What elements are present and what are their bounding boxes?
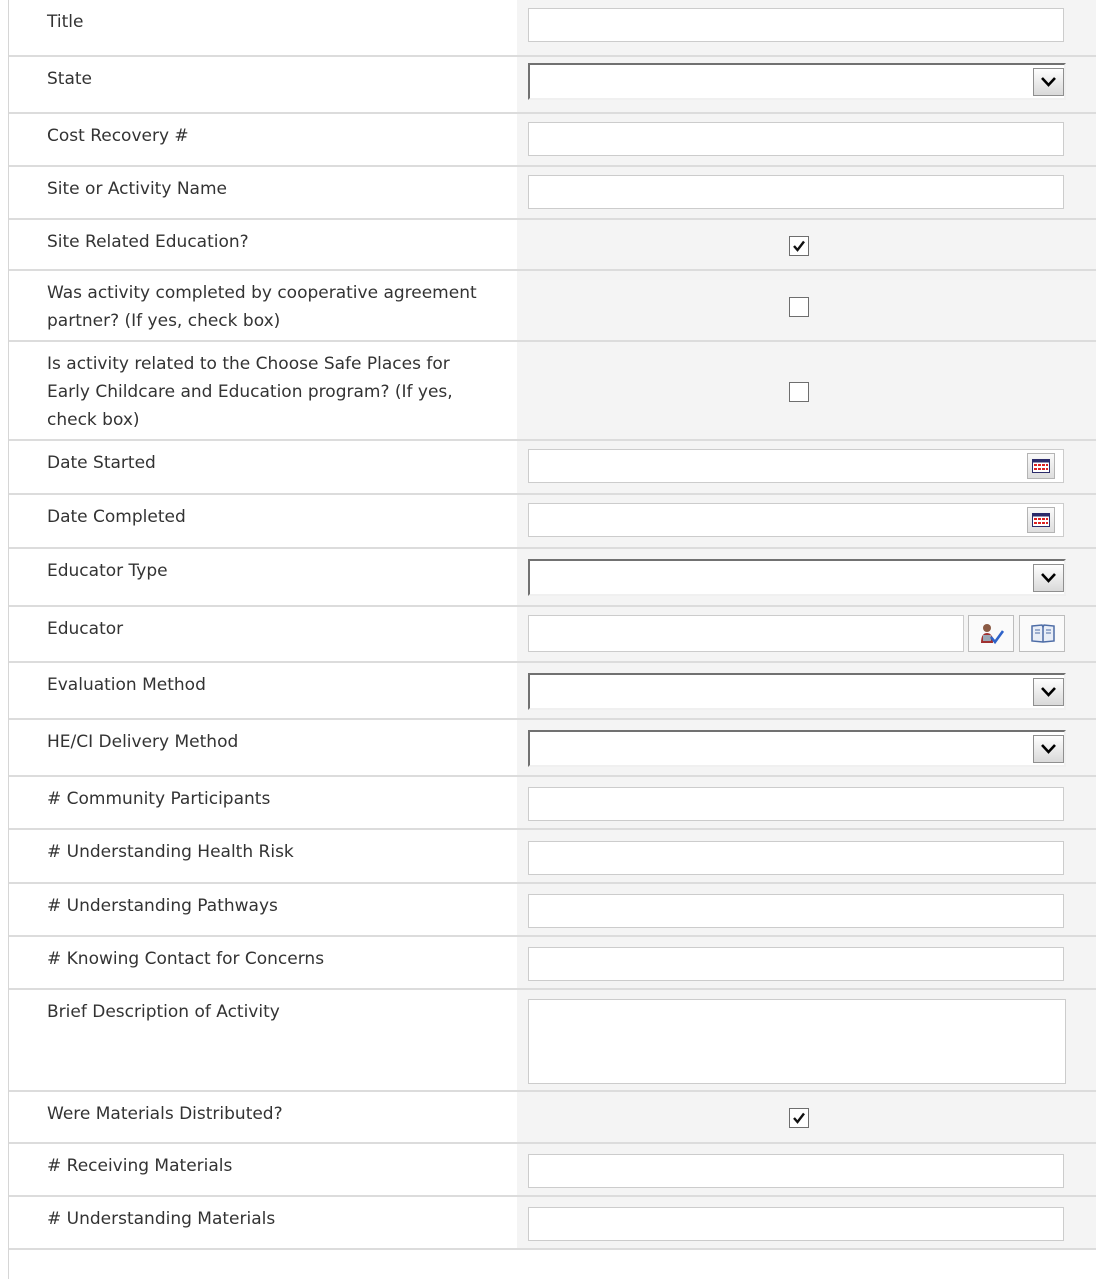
calendar-button[interactable] — [1027, 453, 1055, 479]
site-name-label: Site or Activity Name — [47, 179, 227, 199]
chevron-down-icon[interactable] — [1033, 564, 1064, 592]
row-site-name: Site or Activity Name — [9, 165, 1096, 220]
cost-recovery-input[interactable] — [528, 122, 1064, 156]
title-input[interactable] — [528, 8, 1064, 42]
row-community-participants: # Community Participants — [9, 775, 1096, 830]
chevron-down-icon[interactable] — [1033, 678, 1064, 706]
delivery-method-cell — [517, 720, 1096, 777]
row-materials-distributed: Were Materials Distributed? — [9, 1090, 1096, 1144]
site-related-cell — [517, 220, 1096, 271]
user-check-icon — [981, 624, 1004, 645]
row-contact: # Knowing Contact for Concerns — [9, 935, 1096, 990]
row-coop-partner: Was activity completed by cooperative ag… — [9, 269, 1096, 342]
date-completed-input[interactable] — [528, 503, 1064, 537]
educator-label: Educator — [47, 619, 124, 639]
materials-distributed-cell — [517, 1092, 1096, 1144]
description-cell — [517, 990, 1096, 1092]
row-site-related: Site Related Education? — [9, 218, 1096, 271]
site-name-cell — [517, 167, 1096, 220]
description-textarea[interactable] — [528, 999, 1066, 1084]
row-receiving-materials: # Receiving Materials — [9, 1142, 1096, 1197]
title-label: Title — [47, 12, 84, 32]
row-description: Brief Description of Activity — [9, 988, 1096, 1092]
row-educator-type: Educator Type — [9, 547, 1096, 607]
date-completed-label: Date Completed — [47, 507, 186, 527]
evaluation-method-label: Evaluation Method — [47, 675, 206, 695]
site-related-label: Site Related Education? — [47, 232, 249, 252]
row-evaluation-method: Evaluation Method — [9, 661, 1096, 720]
receiving-materials-label: # Receiving Materials — [47, 1156, 233, 1176]
state-cell — [517, 57, 1096, 114]
choose-safe-label: Is activity related to the Choose Safe P… — [47, 354, 453, 430]
evaluation-method-cell — [517, 663, 1096, 720]
pathways-cell — [517, 884, 1096, 937]
site-related-checkbox[interactable] — [789, 235, 809, 256]
site-name-input[interactable] — [528, 175, 1064, 209]
row-state: State — [9, 55, 1096, 114]
community-participants-cell — [517, 777, 1096, 830]
pathways-label: # Understanding Pathways — [47, 896, 278, 916]
checkmark-icon — [793, 1112, 805, 1124]
browse-educator-button[interactable] — [1019, 615, 1065, 652]
row-choose-safe: Is activity related to the Choose Safe P… — [9, 340, 1096, 441]
row-educator: Educator — [9, 605, 1096, 663]
row-health-risk: # Understanding Health Risk — [9, 828, 1096, 884]
understanding-materials-input[interactable] — [528, 1207, 1064, 1241]
delivery-method-select[interactable] — [528, 730, 1066, 767]
choose-safe-cell — [517, 342, 1096, 441]
date-completed-cell — [517, 495, 1096, 549]
address-book-icon — [1031, 624, 1055, 643]
choose-safe-checkbox[interactable] — [789, 381, 809, 402]
contact-input[interactable] — [528, 947, 1064, 981]
educator-type-select[interactable] — [528, 559, 1066, 596]
understanding-materials-label: # Understanding Materials — [47, 1209, 276, 1229]
contact-cell — [517, 937, 1096, 990]
delivery-method-label: HE/CI Delivery Method — [47, 732, 239, 752]
materials-distributed-label: Were Materials Distributed? — [47, 1104, 283, 1124]
date-started-label: Date Started — [47, 453, 156, 473]
row-pathways: # Understanding Pathways — [9, 882, 1096, 937]
materials-distributed-checkbox[interactable] — [789, 1108, 809, 1128]
row-delivery-method: HE/CI Delivery Method — [9, 718, 1096, 777]
state-label: State — [47, 69, 92, 89]
educator-type-label: Educator Type — [47, 561, 168, 581]
date-started-input[interactable] — [528, 449, 1064, 483]
calendar-button[interactable] — [1027, 507, 1055, 533]
state-select[interactable] — [528, 63, 1066, 100]
title-cell — [517, 0, 1096, 55]
community-participants-label: # Community Participants — [47, 789, 271, 809]
chevron-down-icon[interactable] — [1033, 735, 1064, 763]
chevron-down-icon[interactable] — [1033, 68, 1064, 96]
check-educator-button[interactable] — [968, 615, 1014, 652]
health-risk-input[interactable] — [528, 841, 1064, 875]
cost-recovery-label: Cost Recovery # — [47, 126, 189, 146]
receiving-materials-cell — [517, 1144, 1096, 1197]
row-title: Title — [9, 0, 1096, 55]
calendar-icon — [1032, 459, 1050, 473]
understanding-materials-cell — [517, 1197, 1096, 1250]
description-label: Brief Description of Activity — [47, 1002, 280, 1022]
form-bottom-divider — [9, 1248, 1096, 1279]
pathways-input[interactable] — [528, 894, 1064, 928]
coop-partner-cell — [517, 271, 1096, 342]
row-date-completed: Date Completed — [9, 493, 1096, 549]
calendar-icon — [1032, 513, 1050, 527]
receiving-materials-input[interactable] — [528, 1154, 1064, 1188]
row-date-started: Date Started — [9, 439, 1096, 495]
health-risk-label: # Understanding Health Risk — [47, 842, 294, 862]
row-cost-recovery: Cost Recovery # — [9, 112, 1096, 167]
contact-label: # Knowing Contact for Concerns — [47, 949, 325, 969]
coop-partner-label: Was activity completed by cooperative ag… — [47, 283, 477, 331]
checkmark-icon — [793, 240, 805, 252]
cost-recovery-cell — [517, 114, 1096, 167]
evaluation-method-select[interactable] — [528, 673, 1066, 710]
educator-input[interactable] — [528, 615, 964, 652]
coop-partner-checkbox[interactable] — [789, 296, 809, 317]
community-participants-input[interactable] — [528, 787, 1064, 821]
row-understanding-materials: # Understanding Materials — [9, 1195, 1096, 1250]
educator-cell — [517, 607, 1096, 663]
date-started-cell — [517, 441, 1096, 495]
educator-type-cell — [517, 549, 1096, 607]
health-risk-cell — [517, 830, 1096, 884]
